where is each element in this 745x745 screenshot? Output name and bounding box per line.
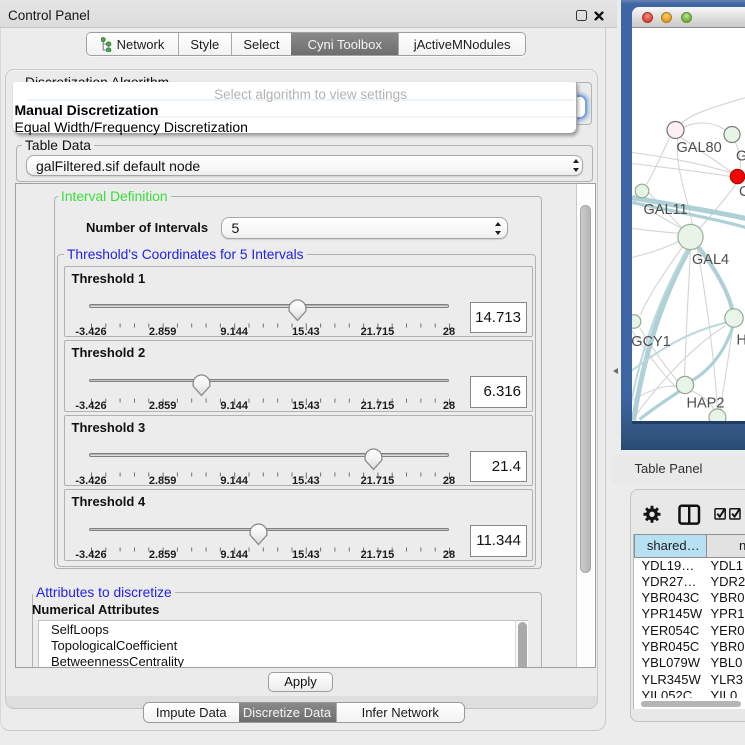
svg-text:GAL4: GAL4 <box>692 252 729 268</box>
svg-text:GAL11: GAL11 <box>643 202 687 218</box>
svg-text:C: C <box>739 184 745 200</box>
svg-text:HAP2: HAP2 <box>686 395 724 411</box>
svg-text:H: H <box>736 332 745 348</box>
svg-text:GCY1: GCY1 <box>632 334 671 350</box>
svg-text:GA: GA <box>736 148 745 164</box>
svg-text:GAL80: GAL80 <box>676 140 721 156</box>
